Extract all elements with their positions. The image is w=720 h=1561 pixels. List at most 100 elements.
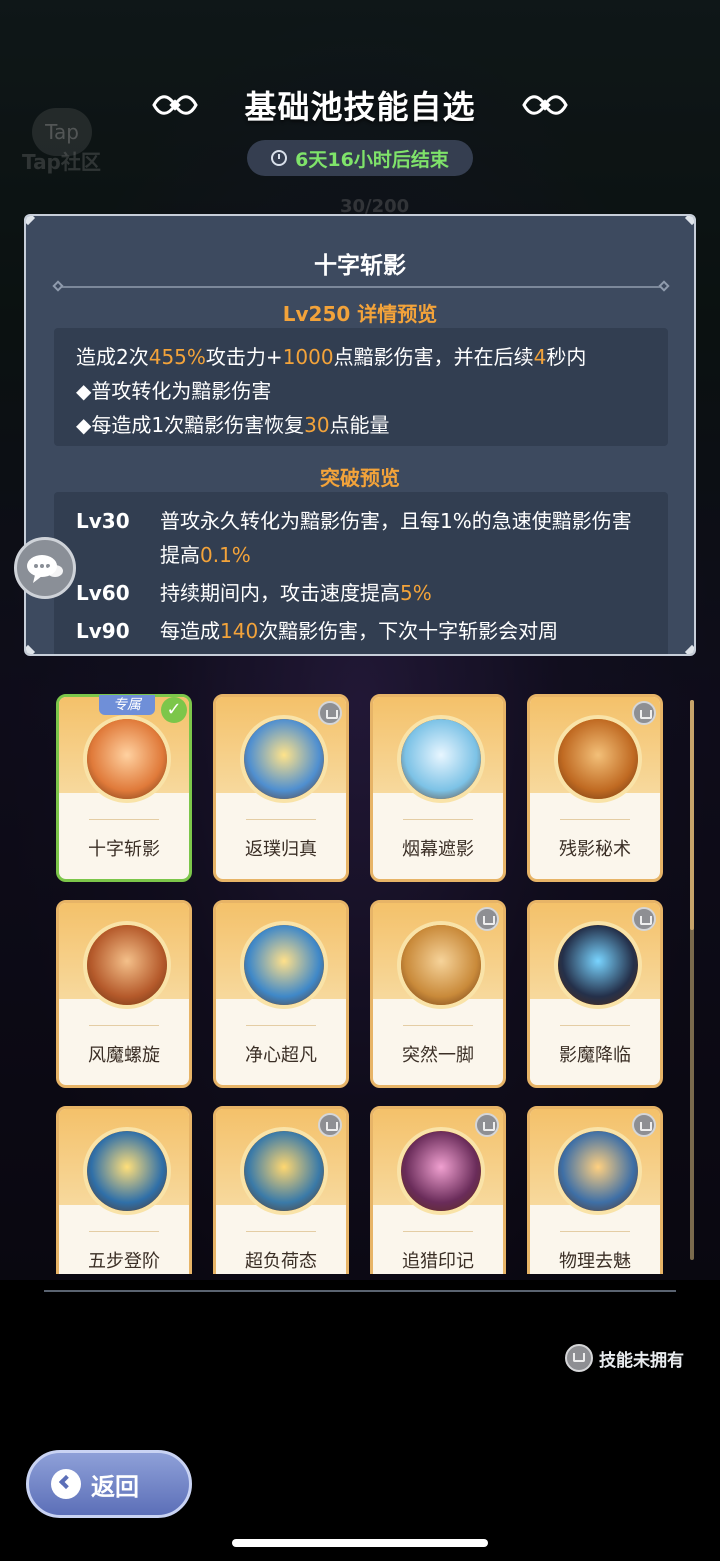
skill-card-label: 五步登阶 (88, 1251, 160, 1272)
skill-card[interactable]: 十字斩影 专属 ✓ (56, 694, 192, 882)
skill-card[interactable]: 风魔螺旋 (56, 900, 192, 1088)
skill-card-label: 残影秘术 (559, 839, 631, 860)
skill-art-icon (401, 719, 481, 799)
skill-grid[interactable]: 十字斩影 专属 ✓ 返璞归真 烟幕遮影 残影秘术风魔螺旋 净心超凡 突然一脚 影魔降临五步登阶 超… (56, 694, 668, 1274)
lock-icon (632, 907, 656, 931)
chat-bubble-icon (27, 555, 63, 583)
skill-icon (554, 921, 642, 1009)
skill-icon (397, 1127, 485, 1215)
skill-card[interactable]: 返璞归真 (213, 694, 349, 882)
skill-card-label: 净心超凡 (245, 1045, 317, 1066)
skill-icon (83, 1127, 171, 1215)
bottom-divider (44, 1290, 676, 1292)
card-divider (89, 1025, 159, 1026)
countdown-text: 6天16小时后结束 (295, 148, 449, 171)
card-divider (560, 1025, 630, 1026)
not-owned-legend: 技能未拥有 (565, 1344, 684, 1372)
breakthrough-list: Lv30 普攻永久转化为黯影伤害，且每1%的急速使黯影伤害提高0.1% Lv60… (54, 492, 668, 654)
skill-icon (240, 1127, 328, 1215)
clock-icon (271, 150, 288, 166)
lock-icon (475, 1113, 499, 1137)
skill-card-label: 风魔螺旋 (88, 1045, 160, 1066)
lock-icon (475, 907, 499, 931)
breakthrough-row: Lv90 每造成140次黯影伤害，下次十字斩影会对周 (76, 619, 559, 643)
card-divider (246, 819, 316, 820)
skill-art-icon (87, 925, 167, 1005)
skill-art-icon (244, 1131, 324, 1211)
skill-card[interactable]: 突然一脚 (370, 900, 506, 1088)
card-divider (560, 1231, 630, 1232)
card-divider (403, 819, 473, 820)
desc-line: ◆每造成1次黯影伤害恢复30点能量 (76, 413, 390, 437)
corner-ornament-icon (26, 216, 36, 226)
card-divider (403, 1231, 473, 1232)
skill-art-icon (87, 719, 167, 799)
skill-art-icon (244, 719, 324, 799)
skill-icon (554, 1127, 642, 1215)
legend-label: 技能未拥有 (599, 1350, 684, 1371)
skill-card-label: 突然一脚 (402, 1045, 474, 1066)
skill-card-label: 超负荷态 (245, 1251, 317, 1272)
skill-card[interactable]: 超负荷态 (213, 1106, 349, 1274)
skill-card-label: 追猎印记 (402, 1251, 474, 1272)
skill-art-icon (558, 925, 638, 1005)
skill-card-label: 影魔降临 (559, 1045, 631, 1066)
page-title: 基础池技能自选 (244, 88, 476, 126)
skill-card[interactable]: 物理去魅 (527, 1106, 663, 1274)
skill-icon (83, 715, 171, 803)
skill-icon (397, 921, 485, 1009)
divider (58, 286, 664, 288)
card-divider (246, 1025, 316, 1026)
skill-art-icon (244, 925, 324, 1005)
skill-art-icon (401, 925, 481, 1005)
lock-icon (632, 701, 656, 725)
card-divider (403, 1025, 473, 1026)
card-divider (246, 1231, 316, 1232)
countdown-badge: 6天16小时后结束 (247, 140, 473, 176)
skill-card[interactable]: 残影秘术 (527, 694, 663, 882)
preview-title: Lv250 详情预览 (282, 302, 438, 326)
skill-card[interactable]: 五步登阶 (56, 1106, 192, 1274)
breakthrough-title: 突破预览 (320, 466, 400, 490)
home-indicator[interactable] (232, 1539, 488, 1547)
skill-card-label: 返璞归真 (245, 839, 317, 860)
skill-card[interactable]: 烟幕遮影 (370, 694, 506, 882)
breakthrough-row: Lv30 普攻永久转化为黯影伤害，且每1%的急速使黯影伤害提高0.1% (76, 509, 632, 567)
lock-icon (565, 1344, 593, 1372)
skill-description: 造成2次455%攻击力+1000点黯影伤害，并在后续4秒内 ◆普攻转化为黯影伤害… (54, 328, 668, 446)
lock-icon (318, 1113, 342, 1137)
skill-card-label: 物理去魅 (559, 1251, 631, 1272)
checkmark-icon: ✓ (161, 697, 187, 723)
skill-card-label: 十字斩影 (88, 839, 160, 860)
back-button-label: 返回 (91, 1472, 139, 1501)
breakthrough-row: Lv60 持续期间内，攻击速度提高5% (76, 581, 432, 605)
back-arrow-icon (51, 1469, 81, 1499)
skill-icon (554, 715, 642, 803)
skill-card[interactable]: 影魔降临 (527, 900, 663, 1088)
chat-button[interactable] (14, 537, 76, 599)
card-divider (560, 819, 630, 820)
lock-icon (632, 1113, 656, 1137)
back-button[interactable]: 返回 (26, 1450, 192, 1518)
skill-art-icon (558, 1131, 638, 1211)
skill-card-label: 烟幕遮影 (402, 839, 474, 860)
desc-line: 造成2次455%攻击力+1000点黯影伤害，并在后续4秒内 (76, 345, 587, 369)
skill-art-icon (401, 1131, 481, 1211)
exclusive-tag: 专属 (99, 695, 155, 715)
card-divider (89, 1231, 159, 1232)
scrollbar-thumb[interactable] (690, 700, 694, 930)
skill-detail-panel[interactable]: 十字斩影 Lv250 详情预览 造成2次455%攻击力+1000点黯影伤害，并在… (24, 214, 696, 656)
skill-icon (397, 715, 485, 803)
desc-line: ◆普攻转化为黯影伤害 (76, 379, 272, 403)
skill-icon (83, 921, 171, 1009)
skill-name: 十字斩影 (314, 253, 406, 279)
skill-card[interactable]: 净心超凡 (213, 900, 349, 1088)
skill-art-icon (87, 1131, 167, 1211)
corner-ornament-icon (26, 644, 36, 654)
skill-card[interactable]: 追猎印记 (370, 1106, 506, 1274)
skill-art-icon (558, 719, 638, 799)
lock-icon (318, 701, 342, 725)
skill-icon (240, 715, 328, 803)
right-ornament-icon (522, 95, 568, 115)
skill-icon (240, 921, 328, 1009)
